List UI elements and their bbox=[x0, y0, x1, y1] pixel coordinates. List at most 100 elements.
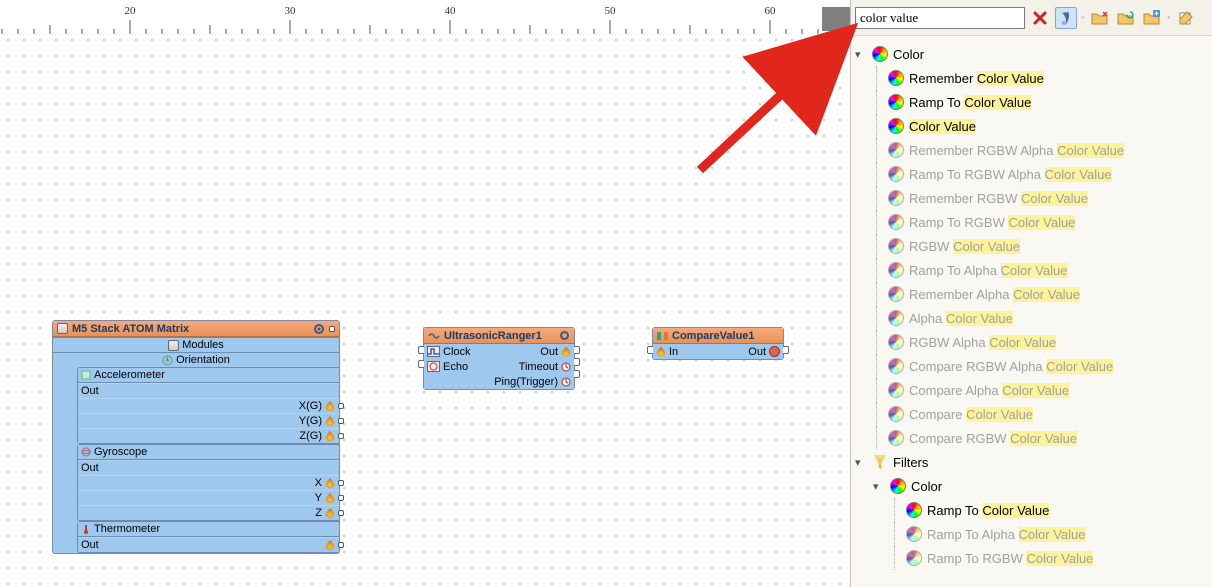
echo-timeout-row: Echo Timeout bbox=[424, 359, 574, 374]
tree-item[interactable]: Remember Alpha Color Value bbox=[855, 282, 1208, 306]
pin-label: X bbox=[315, 477, 322, 489]
expand-toggle[interactable]: ▾ bbox=[855, 456, 867, 469]
tree-item[interactable]: Alpha Color Value bbox=[855, 306, 1208, 330]
compare-icon bbox=[657, 331, 668, 341]
item-label: Ramp To Color Value bbox=[909, 95, 1031, 110]
clear-search-button[interactable] bbox=[1029, 7, 1051, 29]
expand-toggle[interactable]: ▾ bbox=[855, 48, 867, 61]
color-wheel-icon bbox=[887, 381, 905, 399]
item-label: Color Value bbox=[909, 119, 976, 134]
pin-out[interactable]: Out bbox=[78, 537, 339, 552]
tree-item[interactable]: Color Value bbox=[855, 114, 1208, 138]
flame-icon bbox=[325, 478, 335, 488]
color-wheel-icon bbox=[887, 405, 905, 423]
color-wheel-icon bbox=[905, 525, 923, 543]
tree-item[interactable]: Remember RGBW Color Value bbox=[855, 186, 1208, 210]
sensor-icon bbox=[81, 447, 91, 457]
pin-yg[interactable]: Y(G) bbox=[78, 413, 339, 428]
color-wheel-icon bbox=[887, 285, 905, 303]
tree-item[interactable]: Ramp To Color Value bbox=[855, 498, 1208, 522]
category-label: Color bbox=[911, 479, 942, 494]
tree-item[interactable]: RGBW Color Value bbox=[855, 234, 1208, 258]
folder-add-button[interactable] bbox=[1141, 7, 1163, 29]
item-label: Compare Color Value bbox=[909, 407, 1033, 422]
tree-item[interactable]: Ramp To RGBW Color Value bbox=[855, 210, 1208, 234]
output-pin[interactable] bbox=[338, 542, 344, 548]
pin-x[interactable]: X bbox=[78, 475, 339, 490]
node-compare-value-1[interactable]: CompareValue1 In Out bbox=[652, 327, 784, 360]
output-pin[interactable] bbox=[338, 403, 344, 409]
pin-xg[interactable]: X(G) bbox=[78, 398, 339, 413]
tree-item[interactable]: Compare Color Value bbox=[855, 402, 1208, 426]
tree-item[interactable]: Ramp To RGBW Alpha Color Value bbox=[855, 162, 1208, 186]
tree-category-color[interactable]: ▾ Color bbox=[855, 474, 1208, 498]
output-pin[interactable] bbox=[338, 495, 344, 501]
node-title[interactable]: M5 Stack ATOM Matrix bbox=[53, 321, 339, 337]
pin-z[interactable]: Z bbox=[78, 505, 339, 520]
thermometer-block[interactable]: Thermometer Out bbox=[77, 521, 339, 553]
color-wheel-icon bbox=[887, 357, 905, 375]
item-label: Compare RGBW Color Value bbox=[909, 431, 1077, 446]
orientation-section[interactable]: Orientation bbox=[53, 352, 339, 367]
tree-item[interactable]: Compare RGBW Color Value bbox=[855, 426, 1208, 450]
color-wheel-icon bbox=[871, 45, 889, 63]
timeout-label: Timeout bbox=[519, 361, 558, 373]
item-label: Compare RGBW Alpha Color Value bbox=[909, 359, 1113, 374]
folder-refresh-button[interactable] bbox=[1115, 7, 1137, 29]
tree-item[interactable]: Remember RGBW Alpha Color Value bbox=[855, 138, 1208, 162]
gear-icon[interactable] bbox=[313, 323, 325, 335]
thermometer-title: Thermometer bbox=[94, 523, 160, 535]
node-ultrasonic-ranger-1[interactable]: UltrasonicRanger1 Clock Out Echo Timeout… bbox=[423, 327, 575, 390]
item-label: Ramp To Alpha Color Value bbox=[909, 263, 1068, 278]
output-pin[interactable] bbox=[338, 480, 344, 486]
item-label: Ramp To Alpha Color Value bbox=[927, 527, 1086, 542]
color-wheel-icon bbox=[887, 309, 905, 327]
port-icon[interactable] bbox=[329, 326, 335, 332]
output-pin[interactable] bbox=[338, 433, 344, 439]
pin-zg[interactable]: Z(G) bbox=[78, 428, 339, 443]
gear-icon[interactable] bbox=[559, 330, 570, 341]
component-tree[interactable]: ▾ Color Remember Color Value Ramp To Color … bbox=[851, 36, 1212, 587]
tree-item[interactable]: Ramp To Alpha Color Value bbox=[855, 258, 1208, 282]
output-pin[interactable] bbox=[338, 510, 344, 516]
color-wheel-icon bbox=[889, 477, 907, 495]
design-canvas[interactable]: 2030405060 M5 Stack ATOM Matrix Modules bbox=[0, 0, 850, 587]
ping-label: Ping(Trigger) bbox=[494, 376, 558, 388]
tree-item[interactable]: Ramp To Alpha Color Value bbox=[855, 522, 1208, 546]
node-title[interactable]: UltrasonicRanger1 bbox=[424, 328, 574, 344]
expand-toggle[interactable]: ▾ bbox=[873, 480, 885, 493]
accelerometer-block[interactable]: Accelerometer Out X(G) Y(G) Z(G) bbox=[77, 367, 339, 444]
folder-open-button[interactable] bbox=[1089, 7, 1111, 29]
item-label: Alpha Color Value bbox=[909, 311, 1013, 326]
edit-button[interactable] bbox=[1175, 7, 1197, 29]
title-text: CompareValue1 bbox=[672, 330, 755, 342]
filter-toggle-button[interactable] bbox=[1055, 7, 1077, 29]
tree-item[interactable]: Remember Color Value bbox=[855, 66, 1208, 90]
flame-icon bbox=[325, 416, 335, 426]
tree-category-color[interactable]: ▾Color bbox=[855, 42, 1208, 66]
compass-icon bbox=[162, 355, 173, 366]
tree-item[interactable]: RGBW Alpha Color Value bbox=[855, 330, 1208, 354]
output-pin[interactable] bbox=[338, 418, 344, 424]
in-label: In bbox=[669, 346, 678, 358]
horizontal-ruler: 2030405060 bbox=[0, 0, 850, 34]
tree-item[interactable]: Compare RGBW Alpha Color Value bbox=[855, 354, 1208, 378]
item-label: Remember Color Value bbox=[909, 71, 1044, 86]
gyroscope-block[interactable]: Gyroscope Out X Y Z bbox=[77, 444, 339, 521]
node-title[interactable]: CompareValue1 bbox=[653, 328, 783, 344]
item-label: Remember Alpha Color Value bbox=[909, 287, 1080, 302]
node-m5-stack-atom-matrix[interactable]: M5 Stack ATOM Matrix Modules Orientation… bbox=[52, 320, 340, 554]
tree-item[interactable]: Ramp To RGBW Color Value bbox=[855, 546, 1208, 570]
flame-icon bbox=[325, 540, 335, 550]
out-label: Out bbox=[81, 385, 99, 397]
tree-item[interactable]: Ramp To Color Value bbox=[855, 90, 1208, 114]
pin-y[interactable]: Y bbox=[78, 490, 339, 505]
modules-section[interactable]: Modules bbox=[53, 337, 339, 352]
out-label: Out bbox=[748, 346, 766, 358]
title-text: UltrasonicRanger1 bbox=[444, 330, 542, 342]
tree-item[interactable]: Compare Alpha Color Value bbox=[855, 378, 1208, 402]
search-input[interactable] bbox=[855, 7, 1025, 29]
tree-category-filters[interactable]: ▾Filters bbox=[855, 450, 1208, 474]
item-label: Remember RGBW Alpha Color Value bbox=[909, 143, 1124, 158]
svg-text:60: 60 bbox=[765, 5, 777, 17]
